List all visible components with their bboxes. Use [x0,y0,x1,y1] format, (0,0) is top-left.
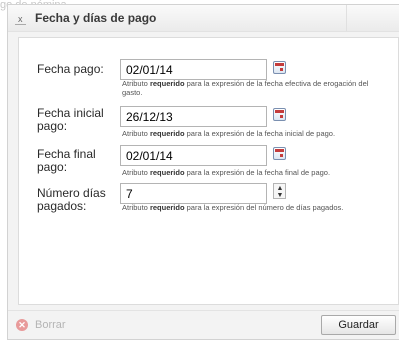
fecha-pago-help: Atributo requerido para la expresión de … [122,79,369,97]
dialog-title: Fecha y días de pago [35,11,157,25]
fecha-inicial-help: Atributo requerido para la expresión de … [122,129,336,138]
spinner-up-icon[interactable]: ▲ [275,185,285,192]
fecha-inicial-input[interactable]: 26/12/13 [120,106,267,127]
delete-icon: ✕ [16,319,28,331]
delete-button[interactable]: ✕ Borrar [16,317,66,333]
fecha-final-label: Fecha final pago: [37,147,96,174]
fecha-pago-value: 02/01/14 [126,63,173,77]
spinner-down-icon[interactable]: ▼ [275,192,285,199]
numero-dias-input[interactable]: 7 [120,183,267,204]
dialog-menu-icon[interactable]: x [15,14,26,25]
titlebar-divider [346,5,347,31]
fecha-inicial-label: Fecha inicial pago: [37,106,104,133]
fecha-pago-label: Fecha pago: [37,62,104,76]
save-button[interactable]: Guardar [321,315,396,335]
fecha-inicial-value: 26/12/13 [126,110,173,124]
form-panel: Fecha pago: 02/01/14 Atributo requerido … [18,37,399,305]
footer-divider [8,310,399,311]
numero-dias-label: Número días pagados: [37,186,106,213]
fecha-final-help: Atributo requerido para la expresión de … [122,168,331,177]
fecha-pago-calendar-icon[interactable] [273,61,286,74]
payment-dates-dialog: x Fecha y días de pago Fecha pago: 02/01… [7,4,399,340]
numero-dias-help: Atributo requerido para la expresión del… [122,203,344,212]
dialog-titlebar: x Fecha y días de pago [8,5,399,32]
fecha-final-calendar-icon[interactable] [273,147,286,160]
fecha-inicial-calendar-icon[interactable] [273,108,286,121]
delete-label: Borrar [35,319,66,331]
numero-dias-value: 7 [126,187,133,201]
fecha-final-input[interactable]: 02/01/14 [120,145,267,166]
numero-dias-spinner[interactable]: ▲ ▼ [273,183,286,199]
fecha-pago-input[interactable]: 02/01/14 [120,59,267,80]
fecha-final-value: 02/01/14 [126,149,173,163]
